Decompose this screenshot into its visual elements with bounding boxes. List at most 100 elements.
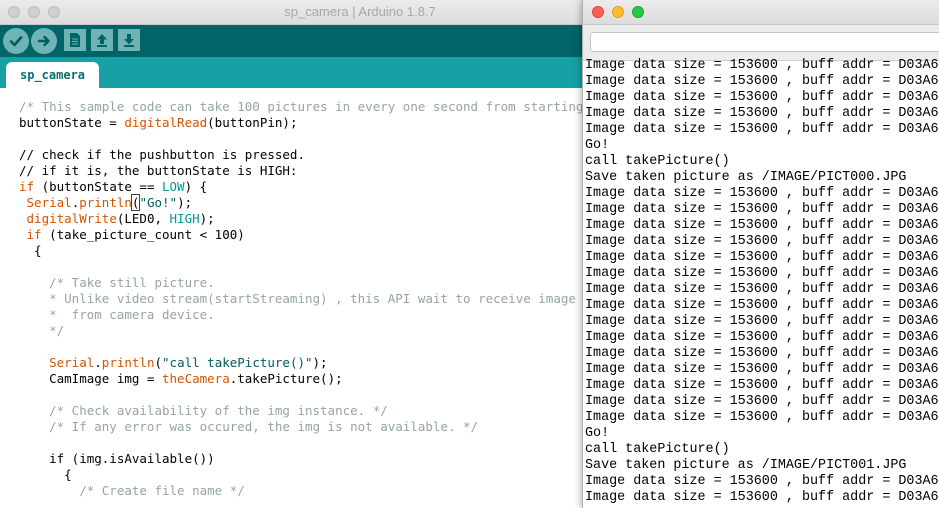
code-lines: /* This sample code can take 100 picture…: [19, 99, 614, 499]
code-token: (take_picture_count < 100): [41, 227, 245, 242]
serial-output-line: Image data size = 153600 , buff addr = D…: [585, 74, 939, 89]
code-line: /* Create file name */: [19, 483, 614, 499]
code-token: digitalRead: [124, 115, 208, 130]
serial-zoom-button[interactable]: [632, 6, 644, 18]
serial-send-input[interactable]: [590, 32, 939, 52]
serial-output-line: Image data size = 153600 , buff addr = D…: [585, 218, 939, 233]
code-token: if: [26, 227, 42, 242]
tab-sp-camera[interactable]: sp_camera: [6, 62, 100, 88]
serial-output-line: Image data size = 153600 , buff addr = D…: [585, 250, 939, 265]
code-line: Serial.println("call takePicture()");: [19, 355, 614, 371]
code-token: /* Take still picture.: [19, 275, 215, 290]
serial-close-button[interactable]: [592, 6, 604, 18]
code-token: if (img.isAvailable()): [19, 451, 215, 466]
code-token: {: [19, 243, 42, 258]
serial-output-line: Image data size = 153600 , buff addr = D…: [585, 346, 939, 361]
serial-output-line: Image data size = 153600 , buff addr = D…: [585, 282, 939, 297]
code-token: // check if the pushbutton is pressed.: [19, 147, 305, 162]
code-line: /* This sample code can take 100 picture…: [19, 99, 614, 115]
code-line: if (buttonState == LOW) {: [19, 179, 614, 195]
upload-button[interactable]: [31, 28, 57, 54]
code-line: * from camera device.: [19, 307, 614, 323]
code-token: (: [154, 355, 163, 370]
serial-output-line: Image data size = 153600 , buff addr = D…: [585, 90, 939, 105]
code-token: /* This sample code can take 100 picture…: [19, 99, 614, 114]
code-token: * from camera device.: [19, 307, 215, 322]
code-line: * Unlike video stream(startStreaming) , …: [19, 291, 614, 307]
serial-output-line: Go!: [585, 426, 610, 441]
code-line: if (img.isAvailable()): [19, 451, 614, 467]
serial-output-line: Save taken picture as /IMAGE/PICT001.JPG: [585, 458, 907, 473]
serial-output-line: Image data size = 153600 , buff addr = D…: [585, 266, 939, 281]
code-line: buttonState = digitalRead(buttonPin);: [19, 115, 614, 131]
serial-output-line: Save taken picture as /IMAGE/PICT000.JPG: [585, 170, 907, 185]
new-file-icon: [70, 33, 80, 47]
code-line: /* Check availability of the img instanc…: [19, 403, 614, 419]
save-down-arrow-icon: [124, 34, 134, 47]
serial-output: Image data size = 153600 , buff addr = D…: [585, 58, 939, 506]
code-token: (buttonState ==: [34, 179, 162, 194]
checkmark-icon: [9, 36, 23, 47]
code-token: LOW: [162, 179, 185, 194]
verify-button[interactable]: [3, 28, 29, 54]
code-token: /* If any error was occured, the img is …: [19, 419, 479, 434]
serial-output-line: Image data size = 153600 , buff addr = D…: [585, 490, 939, 505]
code-line: {: [19, 243, 614, 259]
serial-output-line: Image data size = 153600 , buff addr = D…: [585, 298, 939, 313]
code-token: );: [177, 195, 193, 210]
right-arrow-icon: [37, 35, 50, 47]
serial-output-line: Image data size = 153600 , buff addr = D…: [585, 474, 939, 489]
code-token: );: [312, 355, 328, 370]
serial-output-line: Image data size = 153600 , buff addr = D…: [585, 314, 939, 329]
code-line: {: [19, 467, 614, 483]
serial-output-line: Image data size = 153600 , buff addr = D…: [585, 378, 939, 393]
serial-output-line: Image data size = 153600 , buff addr = D…: [585, 330, 939, 345]
code-token: // if it is, the buttonState is HIGH:: [19, 163, 298, 178]
open-button[interactable]: [91, 29, 113, 51]
new-sketch-button[interactable]: [64, 29, 86, 51]
code-line: digitalWrite(LED0, HIGH);: [19, 211, 614, 227]
code-token: theCamera: [162, 371, 230, 386]
serial-input-bar: [583, 25, 939, 61]
code-token: (buttonPin);: [207, 115, 298, 130]
code-line: CamImage img = theCamera.takePicture();: [19, 371, 614, 387]
code-token: ) {: [184, 179, 208, 194]
code-line: /* If any error was occured, the img is …: [19, 419, 614, 435]
serial-title-bar: [583, 0, 939, 25]
code-token: digitalWrite: [26, 211, 117, 226]
code-token: CamImage img =: [19, 371, 162, 386]
code-token: * Unlike video stream(startStreaming) , …: [19, 291, 614, 306]
serial-monitor-window: Image data size = 153600 , buff addr = D…: [582, 0, 939, 508]
serial-output-line: Image data size = 153600 , buff addr = D…: [585, 122, 939, 137]
serial-output-line: Image data size = 153600 , buff addr = D…: [585, 394, 939, 409]
code-token: println: [101, 355, 155, 370]
code-token: Serial: [49, 355, 95, 370]
serial-output-line: Image data size = 153600 , buff addr = D…: [585, 202, 939, 217]
code-line: */: [19, 323, 614, 339]
serial-output-line: Image data size = 153600 , buff addr = D…: [585, 58, 939, 73]
serial-minimize-button[interactable]: [612, 6, 624, 18]
code-line: Serial.println("Go!");: [19, 194, 614, 211]
save-button[interactable]: [118, 29, 140, 51]
serial-output-line: Image data size = 153600 , buff addr = D…: [585, 106, 939, 121]
code-token: (LED0,: [116, 211, 170, 226]
serial-output-line: Image data size = 153600 , buff addr = D…: [585, 186, 939, 201]
serial-output-line: Image data size = 153600 , buff addr = D…: [585, 410, 939, 425]
code-token: Serial: [26, 195, 72, 210]
serial-output-line: Go!: [585, 138, 610, 153]
code-line: /* Take still picture.: [19, 275, 614, 291]
code-token: );: [199, 211, 215, 226]
open-up-arrow-icon: [97, 34, 107, 47]
code-token: buttonState =: [19, 115, 125, 130]
code-token: {: [19, 467, 72, 482]
code-token: /* Check availability of the img instanc…: [19, 403, 388, 418]
code-token: "Go!": [139, 195, 178, 210]
